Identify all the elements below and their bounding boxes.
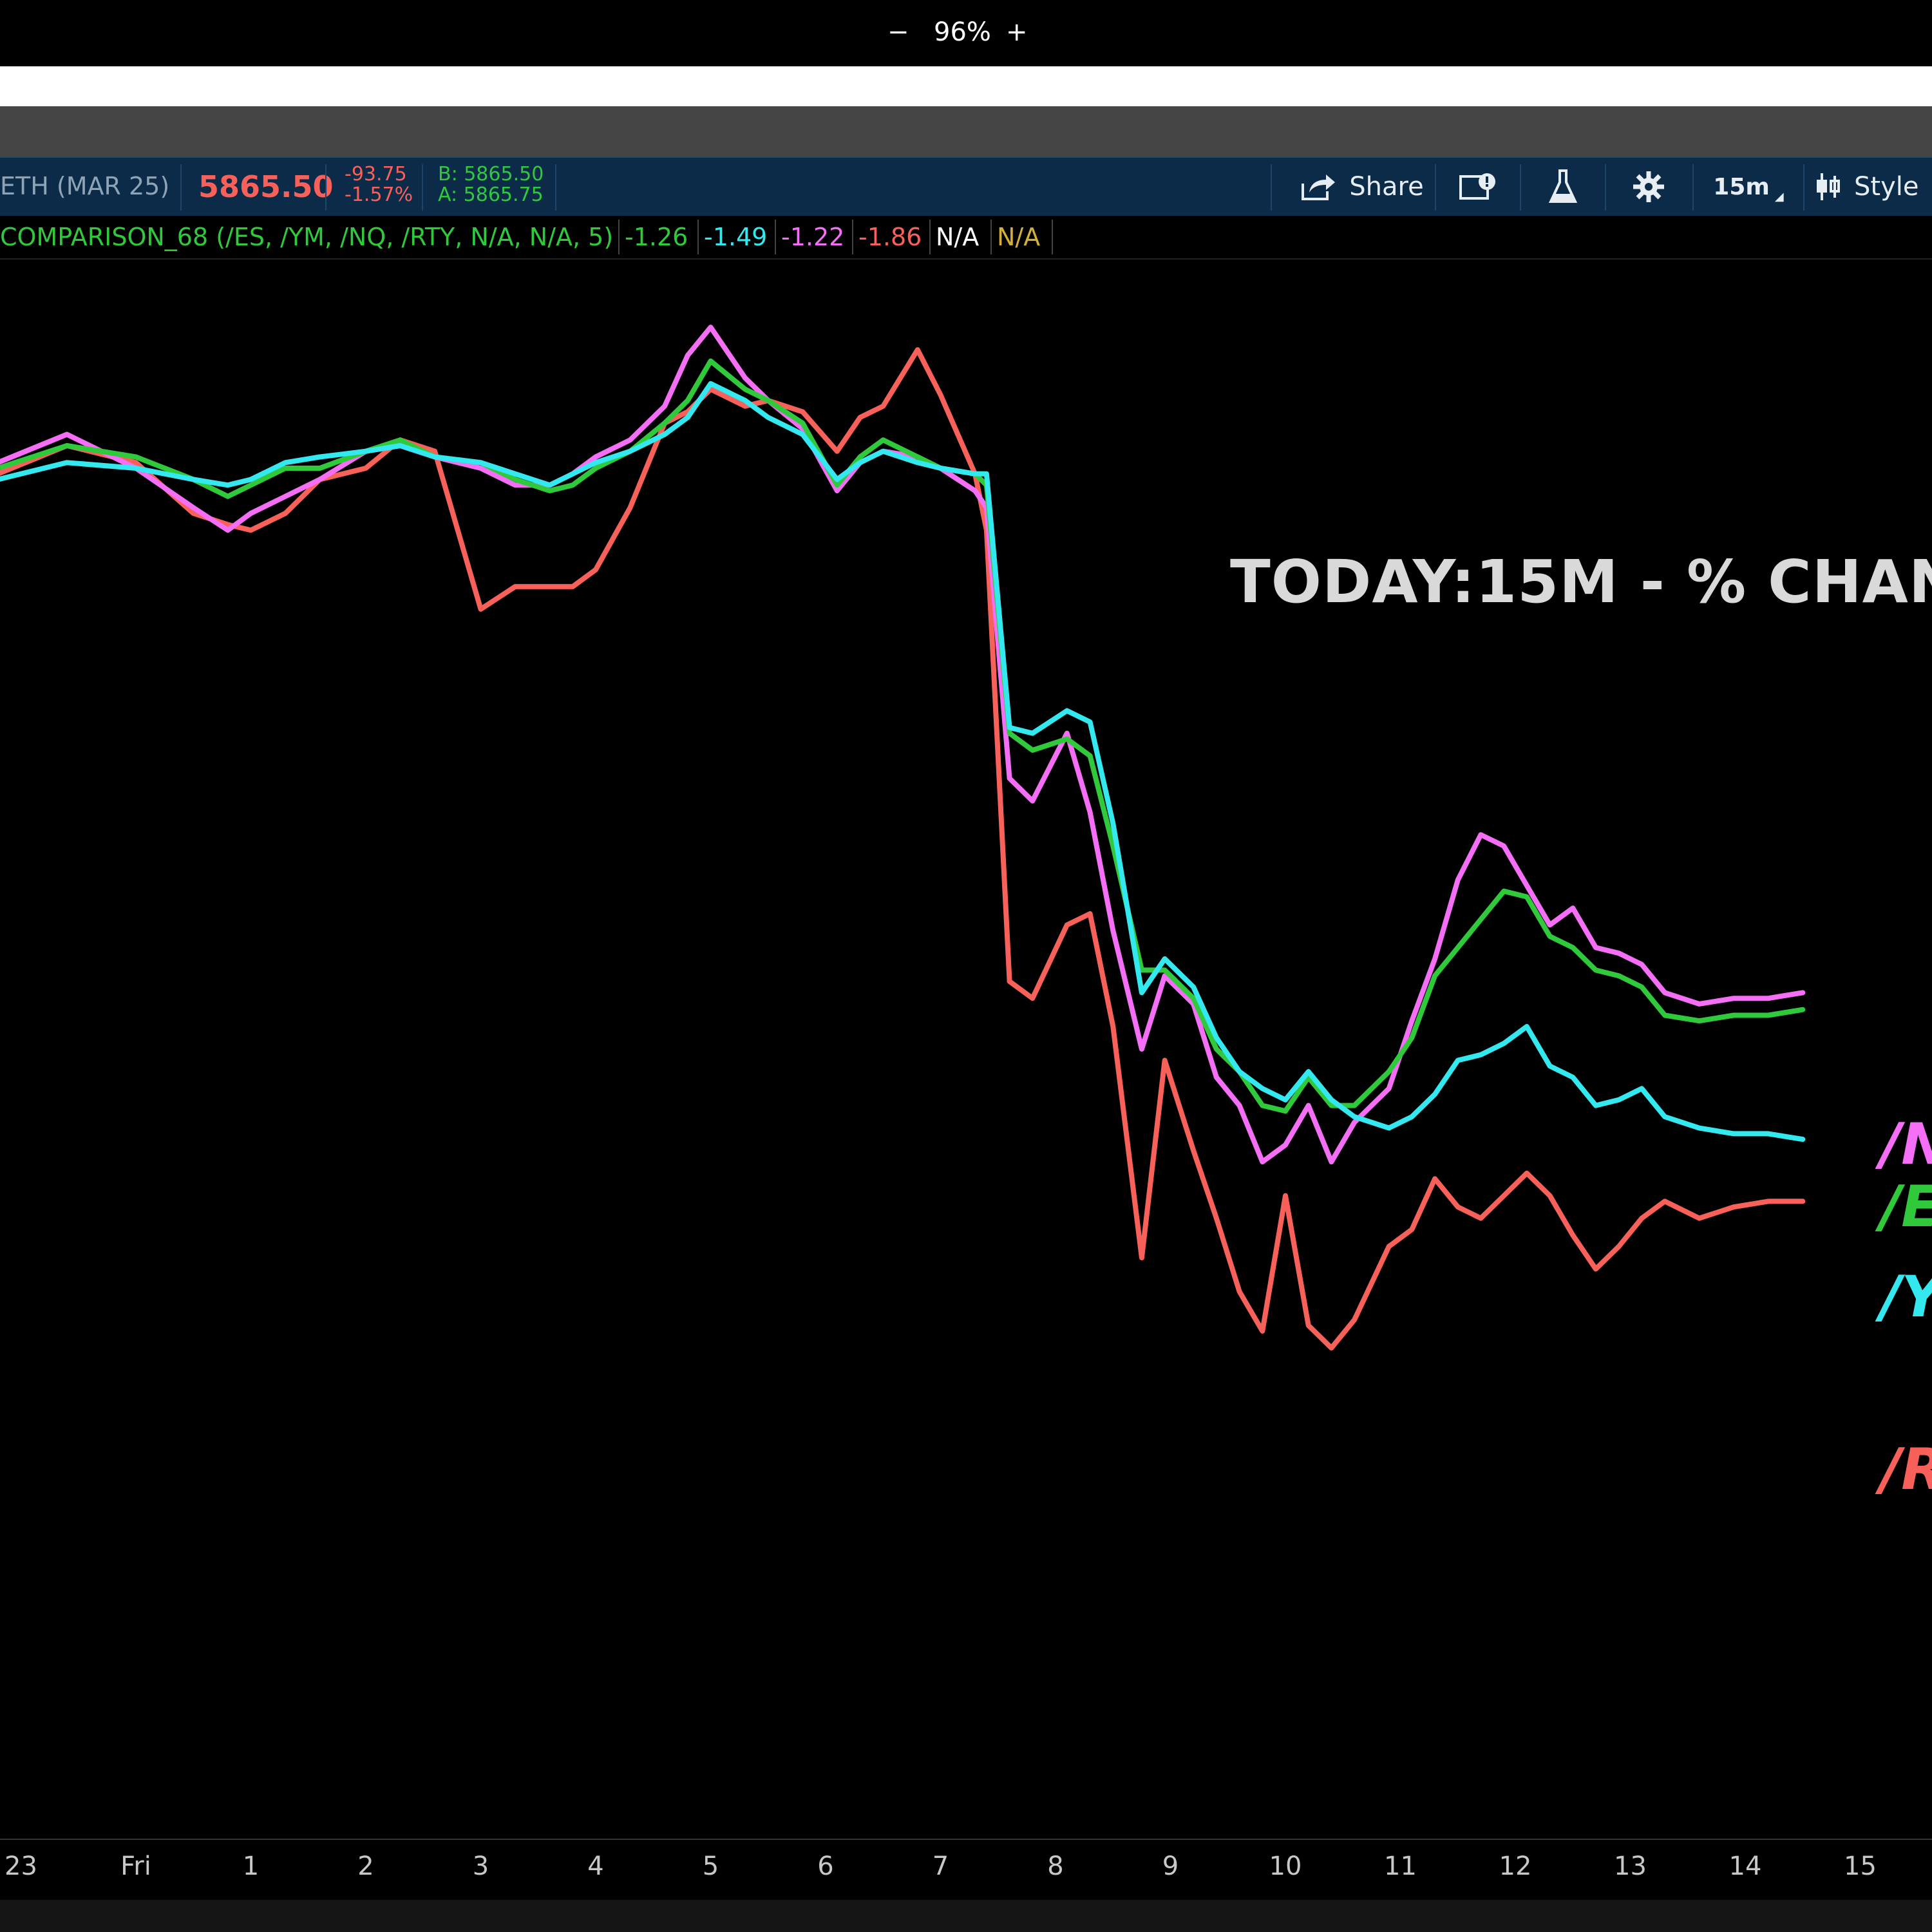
x-tick-label: 23 — [5, 1852, 37, 1881]
x-tick-label: 14 — [1728, 1852, 1762, 1881]
x-tick-label: 4 — [587, 1852, 604, 1881]
divider — [1271, 164, 1272, 211]
bid-price: B: 5865.50 — [438, 163, 544, 185]
x-tick-label: 12 — [1499, 1852, 1532, 1881]
divider — [325, 164, 327, 211]
bottom-scroll-bar[interactable] — [0, 1900, 1932, 1932]
study-value-na-1: N/A — [936, 223, 980, 251]
divider — [1803, 164, 1804, 211]
series-label-ym: /Y — [1880, 1264, 1932, 1330]
study-value-ym: -1.49 — [704, 223, 768, 251]
zoom-out-button[interactable]: − — [887, 13, 909, 52]
candlestick-icon — [1817, 173, 1840, 200]
chart-overlay-title: TODAY:15M - % CHANG — [1230, 547, 1932, 616]
percent-change: -1.57% — [345, 184, 413, 206]
divider — [422, 164, 423, 211]
x-tick-label: 2 — [357, 1852, 374, 1881]
x-tick-label: 3 — [472, 1852, 489, 1881]
share-icon — [1302, 175, 1336, 200]
dropdown-corner-icon: ◢ — [1774, 189, 1784, 204]
share-button[interactable]: Share — [1285, 163, 1439, 211]
alert-screen-icon — [1459, 173, 1495, 200]
divider — [697, 220, 699, 254]
share-label: Share — [1349, 172, 1424, 202]
studies-button[interactable] — [1528, 163, 1598, 211]
study-name[interactable]: COMPARISON_68 (/ES, /YM, /NQ, /RTY, N/A,… — [0, 216, 613, 258]
x-tick-label: 9 — [1162, 1852, 1179, 1881]
divider — [1052, 220, 1053, 254]
comparison-line-chart[interactable] — [0, 260, 1932, 1839]
net-change: -93.75 — [345, 163, 407, 185]
series-line-2 — [0, 358, 1806, 1114]
last-price: 5865.50 — [198, 169, 334, 204]
settings-button[interactable] — [1613, 163, 1684, 211]
alerts-button[interactable] — [1443, 163, 1513, 211]
style-button[interactable]: Style — [1813, 163, 1932, 211]
x-tick-label: 11 — [1384, 1852, 1417, 1881]
ask-price: A: 5865.75 — [438, 184, 544, 206]
x-tick-label: 13 — [1614, 1852, 1647, 1881]
divider — [1605, 164, 1606, 211]
x-tick-label: 1 — [242, 1852, 260, 1881]
chart-toolbar: ETH (MAR 25) 5865.50 -93.75 -1.57% B: 58… — [0, 156, 1932, 217]
divider — [618, 220, 620, 254]
series-label-nq: /N — [1880, 1111, 1932, 1177]
chart-area[interactable] — [0, 260, 1932, 1839]
series-label-es: /E — [1880, 1173, 1932, 1240]
divider — [929, 220, 931, 254]
tab-strip — [0, 106, 1932, 156]
study-bar: COMPARISON_68 (/ES, /YM, /NQ, /RTY, N/A,… — [0, 216, 1932, 260]
series-line-0 — [0, 347, 1806, 1351]
divider — [1692, 164, 1694, 211]
divider — [555, 164, 556, 211]
study-value-na-2: N/A — [997, 223, 1041, 251]
series-label-rty: /R — [1880, 1436, 1932, 1502]
study-value-rty: -1.86 — [858, 223, 922, 251]
zoom-level: 96% — [934, 17, 991, 47]
divider — [180, 164, 182, 211]
symbol-label[interactable]: ETH (MAR 25) — [0, 172, 169, 200]
divider — [1435, 164, 1436, 211]
zoom-bar: − 96% + — [0, 0, 1932, 66]
x-tick-label: 6 — [817, 1852, 834, 1881]
x-tick-label: 10 — [1269, 1852, 1302, 1881]
study-value-es: -1.26 — [625, 223, 688, 251]
study-value-nq: -1.22 — [781, 223, 845, 251]
divider — [990, 220, 992, 254]
divider — [1520, 164, 1521, 211]
divider — [775, 220, 776, 254]
x-tick-label: 7 — [932, 1852, 949, 1881]
style-label: Style — [1854, 172, 1919, 202]
x-tick-label: Fri — [120, 1852, 151, 1881]
x-tick-label: 5 — [702, 1852, 719, 1881]
timeframe-label: 15m — [1713, 173, 1770, 200]
series-line-3 — [0, 381, 1806, 1142]
gear-icon — [1633, 171, 1664, 202]
zoom-in-button[interactable]: + — [1006, 13, 1028, 52]
window-strip — [0, 66, 1932, 106]
timeframe-selector[interactable]: 15m ◢ — [1700, 163, 1797, 211]
x-tick-label: 15 — [1844, 1852, 1877, 1881]
x-tick-label: 8 — [1047, 1852, 1064, 1881]
time-axis[interactable]: 23 Fri 1 2 3 4 5 6 7 8 9 10 11 12 13 14 15 — [0, 1839, 1932, 1901]
divider — [852, 220, 853, 254]
flask-icon — [1548, 169, 1578, 203]
